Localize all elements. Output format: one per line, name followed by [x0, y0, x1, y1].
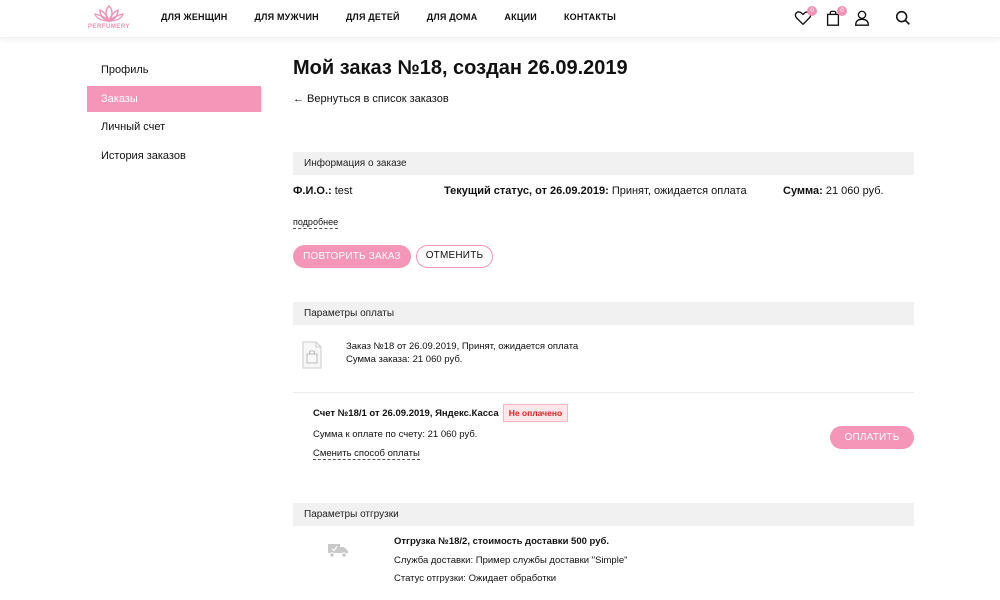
pay-button[interactable]: ОПЛАТИТЬ	[830, 426, 914, 449]
shipment-title: Отгрузка №18/2, стоимость доставки 500 р…	[394, 536, 610, 547]
invoice-line: Счет №18/1 от 26.09.2019, Яндекс.Касса Не…	[313, 404, 569, 422]
fio-value: test	[334, 185, 353, 197]
account-sidebar: Профиль Заказы Личный счет История заказ…	[87, 57, 261, 171]
shipment-params-header: Параметры отгрузки	[293, 503, 914, 526]
cart-count-badge: 0	[837, 6, 847, 16]
order-status: Текущий статус, от 26.09.2019: Принят, о…	[444, 185, 747, 197]
invoice-title: Счет №18/1 от 26.09.2019, Яндекс.Касса	[313, 408, 499, 419]
document-icon	[302, 341, 322, 369]
unpaid-status-badge: Не оплачено	[502, 404, 569, 422]
sidebar-item-personal-account[interactable]: Личный счет	[87, 114, 261, 140]
nav-kids[interactable]: ДЛЯ ДЕТЕЙ	[346, 12, 400, 22]
change-payment-method-link[interactable]: Сменить способ оплаты	[313, 448, 420, 460]
search-icon	[895, 10, 910, 25]
user-icon	[855, 10, 869, 26]
nav-sales[interactable]: АКЦИИ	[504, 12, 537, 22]
search-button[interactable]	[894, 9, 914, 29]
fio: Ф.И.О.: test	[293, 185, 352, 197]
cart-button[interactable]: 0	[824, 6, 847, 29]
wishlist-count-badge: 0	[807, 6, 817, 16]
more-details-link[interactable]: подробнее	[293, 217, 339, 229]
nav-men[interactable]: ДЛЯ МУЖЧИН	[254, 12, 318, 22]
order-info-header: Информация о заказе	[293, 152, 914, 175]
lotus-logo-icon	[94, 5, 124, 23]
order-status-value: Принят, ожидается оплата	[611, 185, 747, 197]
logo[interactable]: PERFUMERY	[86, 4, 132, 34]
payment-params-header: Параметры оплаты	[293, 302, 914, 325]
shipment-status: Статус отгрузки: Ожидает обработки	[394, 573, 557, 584]
site-header: PERFUMERY ДЛЯ ЖЕНЩИН ДЛЯ МУЖЧИН ДЛЯ ДЕТЕ…	[0, 0, 1000, 38]
delivery-truck-icon	[328, 544, 348, 558]
nav-contacts[interactable]: КОНТАКТЫ	[564, 12, 616, 22]
wishlist-button[interactable]: 0	[794, 6, 817, 29]
sidebar-item-order-history[interactable]: История заказов	[87, 143, 261, 169]
shipment-service: Служба доставки: Пример службы доставки …	[394, 555, 628, 566]
cancel-order-button[interactable]: ОТМЕНИТЬ	[416, 245, 493, 268]
account-button[interactable]	[853, 9, 873, 29]
order-sum: Сумма: 21 060 руб.	[783, 185, 884, 197]
payment-divider	[293, 392, 914, 393]
order-sum-value: 21 060 руб.	[825, 185, 884, 197]
invoice-sum: Сумма к оплате по счету: 21 060 руб.	[313, 429, 478, 440]
repeat-order-button[interactable]: ПОВТОРИТЬ ЗАКАЗ	[293, 245, 411, 268]
change-payment-method-link-wrap: Сменить способ оплаты	[313, 448, 420, 460]
sidebar-item-orders[interactable]: Заказы	[87, 85, 261, 112]
back-to-orders-link[interactable]: ← Вернуться в список заказов	[293, 93, 449, 105]
main-nav: ДЛЯ ЖЕНЩИН ДЛЯ МУЖЧИН ДЛЯ ДЕТЕЙ ДЛЯ ДОМА…	[161, 12, 643, 22]
nav-home[interactable]: ДЛЯ ДОМА	[427, 12, 478, 22]
fio-label: Ф.И.О.:	[293, 185, 332, 197]
logo-text: PERFUMERY	[88, 24, 130, 30]
sidebar-item-profile[interactable]: Профиль	[87, 57, 261, 83]
payment-order-sum: Сумма заказа: 21 060 руб.	[346, 354, 463, 365]
page-title: Мой заказ №18, создан 26.09.2019	[293, 57, 628, 79]
nav-women[interactable]: ДЛЯ ЖЕНЩИН	[161, 12, 227, 22]
order-status-label: Текущий статус, от 26.09.2019:	[444, 185, 609, 197]
order-sum-label: Сумма:	[783, 185, 823, 197]
payment-order-line: Заказ №18 от 26.09.2019, Принят, ожидает…	[346, 341, 579, 352]
